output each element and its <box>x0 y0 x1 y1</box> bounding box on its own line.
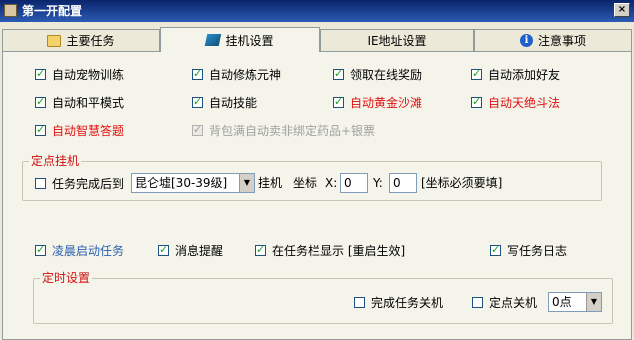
idle-label: 挂机 <box>258 176 283 190</box>
group-title: 定点挂机 <box>29 154 82 168</box>
coordinate-note: [坐标必须要填] <box>421 176 503 190</box>
y-coordinate-input[interactable]: 0 <box>389 173 417 193</box>
info-icon: i <box>519 34 533 47</box>
fixed-point-group: 定点挂机 任务完成后到 昆仑墟[30-39级] ▼ 挂机 坐标 X: 0 Y: … <box>22 154 602 201</box>
checkbox-box[interactable] <box>35 243 46 256</box>
checkbox-write-task-log[interactable]: 写任务日志 <box>490 242 567 258</box>
checkbox-box[interactable] <box>192 95 203 108</box>
checkbox-box[interactable] <box>192 67 203 80</box>
checkbox-box[interactable] <box>472 296 483 308</box>
checkbox-box[interactable] <box>471 67 482 80</box>
x-coordinate-value: 0 <box>344 176 352 190</box>
chevron-down-icon[interactable]: ▼ <box>239 174 254 192</box>
checkbox-early-morning-start[interactable]: 凌晨启动任务 <box>35 242 124 258</box>
checkbox-label: 凌晨启动任务 <box>52 243 125 258</box>
timer-group: 定时设置 完成任务关机 定点关机 0点 ▼ <box>33 271 613 324</box>
tab-label: 主要任务 <box>66 34 115 48</box>
checkbox-auto-cultivate[interactable]: 自动修炼元神 <box>192 66 281 82</box>
close-button[interactable]: × <box>614 3 630 17</box>
checkbox-box[interactable] <box>35 67 46 80</box>
checkbox-label: 任务完成后到 <box>52 176 125 191</box>
y-label: Y: <box>373 176 383 190</box>
checkbox-label: 领取在线奖励 <box>350 67 423 82</box>
settings-panel: 自动宠物训练 自动修炼元神 领取在线奖励 自动添加好友 自动和平模式 自动技能 … <box>2 51 632 340</box>
checkbox-label: 自动添加好友 <box>488 67 561 82</box>
checkbox-label: 自动修炼元神 <box>209 67 282 82</box>
checkbox-go-after-task[interactable]: 任务完成后到 <box>35 175 124 191</box>
checkbox-auto-add-friend[interactable]: 自动添加好友 <box>471 66 560 82</box>
checkbox-label: 自动黄金沙滩 <box>350 95 423 110</box>
hour-select[interactable]: 0点 ▼ <box>548 292 602 312</box>
x-label: X: <box>325 176 338 190</box>
checkbox-auto-skill[interactable]: 自动技能 <box>192 94 257 110</box>
checkbox-show-in-taskbar[interactable]: 在任务栏显示 [重启生效] <box>255 242 405 258</box>
checkbox-label: 自动天绝斗法 <box>488 95 561 110</box>
tab-notes[interactable]: i 注意事项 <box>474 29 632 51</box>
tab-ie-address[interactable]: IE地址设置 <box>320 29 474 51</box>
hour-select-value: 0点 <box>552 295 572 309</box>
checkbox-box[interactable] <box>35 123 46 136</box>
checkbox-golden-beach[interactable]: 自动黄金沙滩 <box>333 94 422 110</box>
coordinate-label: 坐标 <box>293 176 318 190</box>
title-bar: 第一开配置 × <box>0 0 634 22</box>
checkbox-label: 在任务栏显示 [重启生效] <box>272 243 406 258</box>
checkbox-tianjue-duel[interactable]: 自动天绝斗法 <box>471 94 560 110</box>
tab-idle-settings[interactable]: 挂机设置 <box>160 27 320 52</box>
checkbox-box[interactable] <box>255 243 266 256</box>
group-title: 定时设置 <box>40 271 93 285</box>
location-select[interactable]: 昆仑墟[30-39级] ▼ <box>131 173 255 193</box>
checkbox-box[interactable] <box>333 67 344 80</box>
checkbox-label: 定点关机 <box>489 295 538 310</box>
checkbox-box[interactable] <box>35 95 46 108</box>
checkbox-box[interactable] <box>35 177 46 189</box>
checkbox-online-reward[interactable]: 领取在线奖励 <box>333 66 422 82</box>
checkbox-fixed-time-shutdown[interactable]: 定点关机 <box>472 294 537 310</box>
checkbox-label: 背包满自动卖非绑定药品+银票 <box>209 123 376 138</box>
checkbox-label: 自动和平模式 <box>52 95 125 110</box>
chevron-down-icon[interactable]: ▼ <box>586 293 601 311</box>
tab-label: 挂机设置 <box>225 33 274 48</box>
checkbox-box[interactable] <box>490 243 501 256</box>
checkbox-label: 自动宠物训练 <box>52 67 125 82</box>
checkbox-label: 消息提醒 <box>175 243 224 258</box>
y-coordinate-value: 0 <box>393 176 401 190</box>
checkbox-box <box>192 123 203 136</box>
app-icon <box>4 4 17 17</box>
checkbox-box[interactable] <box>158 243 169 256</box>
checkbox-bag-full-sell: 背包满自动卖非绑定药品+银票 <box>192 122 375 138</box>
checkbox-label: 写任务日志 <box>507 243 568 258</box>
checkbox-auto-pet-training[interactable]: 自动宠物训练 <box>35 66 124 82</box>
checkbox-box[interactable] <box>354 296 365 308</box>
tab-label: 注意事项 <box>537 34 586 48</box>
folder-icon <box>47 34 62 47</box>
plugin-icon <box>205 34 222 46</box>
checkbox-label: 自动智慧答题 <box>52 123 125 138</box>
checkbox-label: 完成任务关机 <box>371 295 444 310</box>
checkbox-message-alert[interactable]: 消息提醒 <box>158 242 223 258</box>
tab-strip: 主要任务 挂机设置 IE地址设置 i 注意事项 <box>2 27 632 52</box>
location-select-value: 昆仑墟[30-39级] <box>135 176 228 190</box>
tab-label: IE地址设置 <box>367 34 427 48</box>
checkbox-quiz[interactable]: 自动智慧答题 <box>35 122 124 138</box>
checkbox-box[interactable] <box>471 95 482 108</box>
window-title: 第一开配置 <box>22 4 83 18</box>
checkbox-box[interactable] <box>333 95 344 108</box>
x-coordinate-input[interactable]: 0 <box>340 173 368 193</box>
tab-main-tasks[interactable]: 主要任务 <box>2 29 160 51</box>
checkbox-label: 自动技能 <box>209 95 258 110</box>
checkbox-shutdown-after-task[interactable]: 完成任务关机 <box>354 294 443 310</box>
checkbox-peace-mode[interactable]: 自动和平模式 <box>35 94 124 110</box>
